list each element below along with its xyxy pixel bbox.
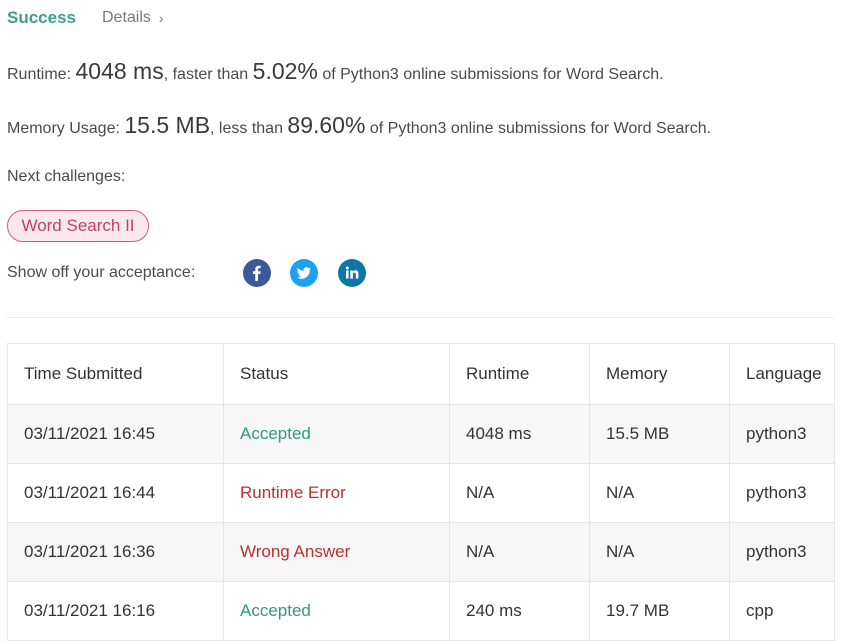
result-header: Success Details › xyxy=(7,7,164,29)
status-link[interactable]: Accepted xyxy=(223,581,450,641)
cell-runtime: 240 ms xyxy=(449,581,590,641)
details-link[interactable]: Details › xyxy=(102,9,164,27)
cell-memory: N/A xyxy=(589,522,730,582)
linkedin-icon[interactable] xyxy=(338,259,366,287)
next-challenges-label: Next challenges: xyxy=(7,168,126,185)
cell-time: 03/11/2021 16:36 xyxy=(7,522,224,582)
cell-memory: N/A xyxy=(589,463,730,523)
memory-suffix: of Python3 online submissions for Word S… xyxy=(369,120,712,137)
cell-language: cpp xyxy=(729,581,835,641)
table-row: 03/11/2021 16:45 Accepted 4048 ms 15.5 M… xyxy=(7,404,835,464)
cell-language: python3 xyxy=(729,522,835,582)
facebook-icon[interactable] xyxy=(243,259,271,287)
cell-time: 03/11/2021 16:16 xyxy=(7,581,224,641)
cell-runtime: N/A xyxy=(449,463,590,523)
runtime-comparison: , faster than xyxy=(163,66,249,83)
column-header-status[interactable]: Status xyxy=(223,343,450,405)
status-link[interactable]: Wrong Answer xyxy=(223,522,450,582)
cell-time: 03/11/2021 16:45 xyxy=(7,404,224,464)
twitter-icon[interactable] xyxy=(290,259,318,287)
cell-language: python3 xyxy=(729,463,835,523)
status-link[interactable]: Accepted xyxy=(223,404,450,464)
column-header-runtime[interactable]: Runtime xyxy=(449,343,590,405)
cell-time: 03/11/2021 16:44 xyxy=(7,463,224,523)
memory-label: Memory Usage: xyxy=(7,120,120,137)
table-row: 03/11/2021 16:36 Wrong Answer N/A N/A py… xyxy=(7,522,835,582)
table-row: 03/11/2021 16:16 Accepted 240 ms 19.7 MB… xyxy=(7,581,835,641)
column-header-language[interactable]: Language xyxy=(729,343,835,405)
cell-runtime: N/A xyxy=(449,522,590,582)
cell-language: python3 xyxy=(729,404,835,464)
table-row: 03/11/2021 16:44 Runtime Error N/A N/A p… xyxy=(7,463,835,523)
memory-percent: 89.60% xyxy=(287,112,366,138)
share-label: Show off your acceptance: xyxy=(7,264,196,281)
submissions-table: Time Submitted Status Runtime Memory Lan… xyxy=(7,343,835,641)
runtime-summary: Runtime: 4048 ms , faster than 5.02% of … xyxy=(7,58,664,85)
runtime-suffix: of Python3 online submissions for Word S… xyxy=(322,66,664,83)
cell-memory: 15.5 MB xyxy=(589,404,730,464)
runtime-label: Runtime: xyxy=(7,66,72,83)
status-link[interactable]: Runtime Error xyxy=(223,463,450,523)
runtime-value: 4048 ms xyxy=(75,58,164,84)
column-header-time[interactable]: Time Submitted xyxy=(7,343,224,405)
column-header-memory[interactable]: Memory xyxy=(589,343,730,405)
table-header-row: Time Submitted Status Runtime Memory Lan… xyxy=(7,343,835,405)
memory-comparison: , less than xyxy=(210,120,283,137)
memory-value: 15.5 MB xyxy=(124,112,211,138)
memory-summary: Memory Usage: 15.5 MB , less than 89.60%… xyxy=(7,112,711,139)
divider xyxy=(7,317,834,318)
status-title: Success xyxy=(7,8,76,27)
details-label: Details xyxy=(102,9,151,26)
cell-memory: 19.7 MB xyxy=(589,581,730,641)
chevron-right-icon: › xyxy=(158,10,164,26)
challenge-word-search-ii[interactable]: Word Search II xyxy=(7,210,149,242)
runtime-percent: 5.02% xyxy=(252,58,318,84)
cell-runtime: 4048 ms xyxy=(449,404,590,464)
